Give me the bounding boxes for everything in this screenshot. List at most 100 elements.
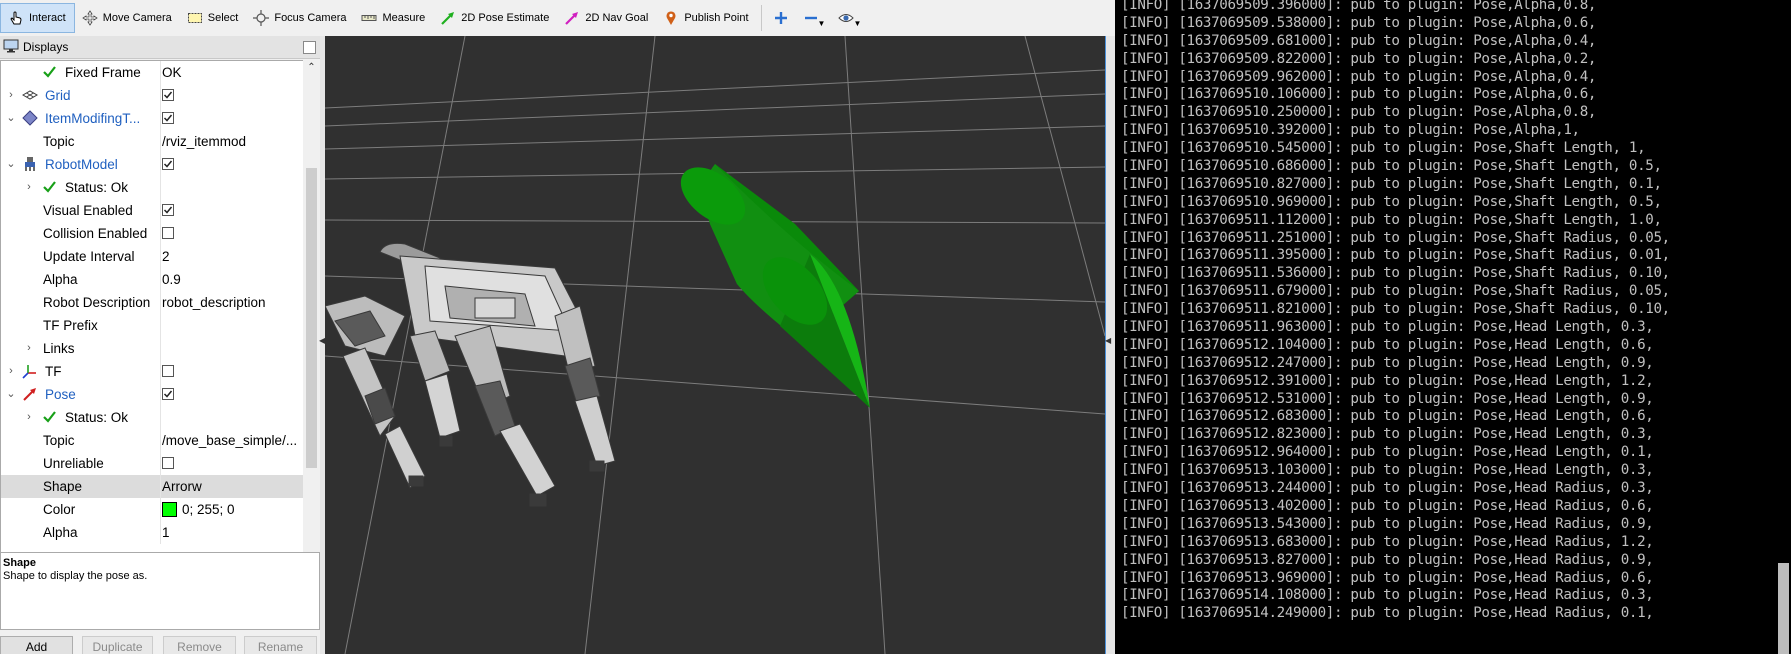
column-divider <box>160 429 161 452</box>
color-label: Color <box>43 502 76 517</box>
pose-enabled-checkbox[interactable] <box>162 388 174 400</box>
focus-camera-tool-button[interactable]: Focus Camera <box>246 3 354 33</box>
tree-row-pose-alpha[interactable]: Alpha 1 <box>1 521 303 544</box>
robot-description-value[interactable]: robot_description <box>162 291 266 314</box>
tree-row-color[interactable]: Color 0; 255; 0 <box>1 498 303 521</box>
tree-row-robot-alpha[interactable]: Alpha 0.9 <box>1 268 303 291</box>
column-divider <box>160 406 161 429</box>
expand-arrow-icon[interactable]: › <box>5 360 17 383</box>
color-value-text: 0; 255; 0 <box>182 502 235 517</box>
scroll-up-icon[interactable]: ⌃ <box>303 60 320 76</box>
tree-row-links[interactable]: › Links <box>1 337 303 360</box>
add-tool-button[interactable] <box>766 3 796 33</box>
terminal-line: [INFO] [1637069509.962000]: pub to plugi… <box>1121 68 1597 85</box>
item-modifing-tool-enabled-checkbox[interactable] <box>162 112 174 124</box>
collapse-right-panel-handle[interactable]: ◀ <box>1105 36 1115 654</box>
fixed-frame-label: Fixed Frame <box>65 65 141 80</box>
robot-model-enabled-checkbox[interactable] <box>162 158 174 170</box>
unreliable-checkbox[interactable] <box>162 457 174 469</box>
robot-alpha-value[interactable]: 0.9 <box>162 268 181 291</box>
tree-row-robot-model[interactable]: ⌄ RobotModel <box>1 153 303 176</box>
move-camera-tool-button[interactable]: Move Camera <box>75 3 180 33</box>
tree-row-unreliable[interactable]: Unreliable <box>1 452 303 475</box>
expand-arrow-icon[interactable]: › <box>23 176 35 199</box>
terminal-line: [INFO] [1637069512.247000]: pub to plugi… <box>1121 354 1654 371</box>
chevron-down-icon: ▼ <box>853 18 862 28</box>
interact-tool-button[interactable]: Interact <box>0 3 75 33</box>
expand-arrow-icon[interactable]: › <box>23 406 35 429</box>
color-swatch[interactable] <box>162 502 177 517</box>
remove-tool-button[interactable]: ▼ <box>796 3 832 33</box>
tree-row-pose-topic[interactable]: Topic /move_base_simple/... <box>1 429 303 452</box>
pose-arrow-marker <box>680 164 870 408</box>
expanded-arrow-icon[interactable]: ⌄ <box>5 383 17 406</box>
nav-goal-tool-button[interactable]: 2D Nav Goal <box>557 3 656 33</box>
tree-row-topic[interactable]: Topic /rviz_itemmod <box>1 130 303 153</box>
tree-row-tf[interactable]: › TF <box>1 360 303 383</box>
tf-enabled-checkbox[interactable] <box>162 365 174 377</box>
column-divider <box>160 61 161 84</box>
terminal-line: [INFO] [1637069512.683000]: pub to plugi… <box>1121 408 1654 425</box>
color-value[interactable]: 0; 255; 0 <box>162 498 235 521</box>
expanded-arrow-icon[interactable]: ⌄ <box>5 153 17 176</box>
tree-row-visual-enabled[interactable]: Visual Enabled <box>1 199 303 222</box>
tree-row-robot-description[interactable]: Robot Description robot_description <box>1 291 303 314</box>
tf-label: TF <box>45 364 62 379</box>
tree-row-collision-enabled[interactable]: Collision Enabled <box>1 222 303 245</box>
expanded-arrow-icon[interactable]: ⌄ <box>5 107 17 130</box>
shape-value[interactable]: Arrorw <box>162 475 202 498</box>
tf-axes-icon <box>22 363 39 380</box>
rename-display-button[interactable]: Rename <box>244 636 317 654</box>
terminal-line: [INFO] [1637069510.827000]: pub to plugi… <box>1121 175 1662 192</box>
terminal-scrollbar[interactable] <box>1776 0 1791 654</box>
displays-panel-title: Displays <box>23 40 69 54</box>
tree-row-shape[interactable]: Shape Arrorw <box>1 475 303 498</box>
pose-estimate-tool-button[interactable]: 2D Pose Estimate <box>433 3 557 33</box>
robot-model-label: RobotModel <box>45 157 118 172</box>
tree-row-item-modifing-tool[interactable]: ⌄ ItemModifingT... <box>1 107 303 130</box>
visual-enabled-checkbox[interactable] <box>162 204 174 216</box>
add-display-button[interactable]: Add <box>0 636 73 654</box>
terminal-line: [INFO] [1637069511.821000]: pub to plugi… <box>1121 301 1670 318</box>
column-divider <box>160 176 161 199</box>
scrollbar-thumb[interactable] <box>306 168 317 468</box>
update-interval-value[interactable]: 2 <box>162 245 170 268</box>
tree-row-tf-prefix[interactable]: TF Prefix <box>1 314 303 337</box>
grid-enabled-checkbox[interactable] <box>162 89 174 101</box>
collision-enabled-checkbox[interactable] <box>162 227 174 239</box>
chevron-left-icon: ◀ <box>1105 336 1112 345</box>
publish-point-tool-button[interactable]: Publish Point <box>656 3 756 33</box>
tree-row-grid[interactable]: › Grid <box>1 84 303 107</box>
terminal-line: [INFO] [1637069512.964000]: pub to plugi… <box>1121 444 1654 461</box>
select-box-icon <box>186 9 204 27</box>
measure-tool-label: Measure <box>382 12 426 24</box>
rviz-window: Interact Move Camera Select Focus Camera… <box>0 0 1115 654</box>
expand-arrow-icon[interactable]: › <box>5 84 17 107</box>
measure-tool-button[interactable]: Measure <box>354 3 433 33</box>
pose-alpha-value[interactable]: 1 <box>162 521 170 544</box>
duplicate-display-button[interactable]: Duplicate <box>82 636 153 654</box>
pose-topic-label: Topic <box>43 433 75 448</box>
pose-estimate-tool-label: 2D Pose Estimate <box>461 12 550 24</box>
remove-display-button[interactable]: Remove <box>163 636 236 654</box>
topic-value[interactable]: /rviz_itemmod <box>162 130 246 153</box>
expand-arrow-icon[interactable]: › <box>23 337 35 360</box>
undock-panel-button[interactable] <box>303 41 316 54</box>
monitor-icon <box>3 39 19 56</box>
links-label: Links <box>43 341 75 356</box>
terminal-line: [INFO] [1637069512.823000]: pub to plugi… <box>1121 426 1654 443</box>
tree-row-update-interval[interactable]: Update Interval 2 <box>1 245 303 268</box>
tree-row-pose-status[interactable]: › Status: Ok <box>1 406 303 429</box>
magenta-arrow-icon <box>563 9 581 27</box>
pose-status-label: Status: Ok <box>65 410 129 425</box>
terminal-scrollbar-thumb[interactable] <box>1778 563 1789 654</box>
tree-row-fixed-frame[interactable]: Fixed Frame OK <box>1 61 303 84</box>
terminal-line: [INFO] [1637069513.402000]: pub to plugi… <box>1121 497 1654 514</box>
tree-row-pose[interactable]: ⌄ Pose <box>1 383 303 406</box>
tree-row-robot-status[interactable]: › Status: Ok <box>1 176 303 199</box>
displays-scrollbar[interactable]: ⌃ ⌄ <box>303 60 320 586</box>
pose-topic-value[interactable]: /move_base_simple/... <box>162 429 297 452</box>
panels-visibility-button[interactable]: ▼ <box>831 3 867 33</box>
3d-viewport[interactable] <box>325 36 1105 654</box>
select-tool-button[interactable]: Select <box>180 3 247 33</box>
